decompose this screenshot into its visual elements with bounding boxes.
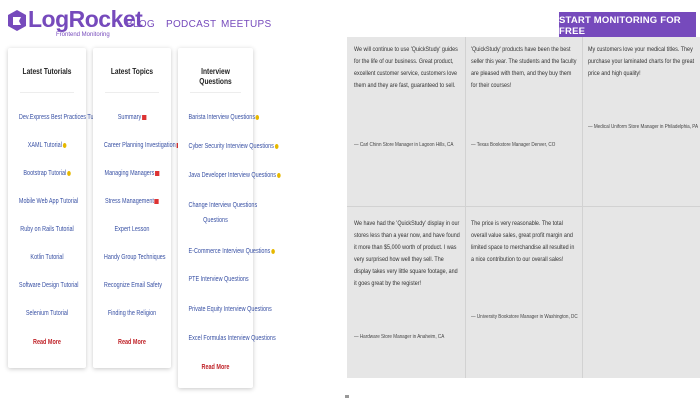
card-title: Latest Topics (110, 66, 154, 76)
link-label: Barista Interview Questions (188, 112, 256, 121)
card-latest-tutorials: Latest Tutorials Dev.Express Best Practi… (8, 48, 110, 368)
read-more-link[interactable]: Read More (19, 337, 75, 346)
card-title: Interview Questions (199, 66, 232, 86)
read-more-link[interactable]: Read More (104, 337, 160, 346)
interview-link[interactable]: Cyber Security Interview Questions (189, 141, 279, 150)
tutorial-link[interactable]: Ruby on Rails Tutorial (19, 224, 75, 233)
card-title: Latest Tutorials (22, 66, 72, 76)
link-label: Finding the Religion (107, 308, 157, 317)
interview-link[interactable]: Change Interview Questions (189, 200, 258, 209)
testimonial-attribution: — Hardware Store Manager in Anaheim, CA (354, 334, 445, 340)
new-badge-icon (154, 198, 159, 204)
topic-link[interactable]: Stress Management (104, 196, 160, 205)
scroll-indicator-icon[interactable] (345, 395, 349, 398)
link-label: E-Commerce Interview Questions (188, 246, 271, 255)
topic-link[interactable]: Expert Lesson (104, 224, 160, 233)
card-interview-questions: Interview Questions Barista Interview Qu… (178, 48, 281, 388)
page-footer-strip (344, 378, 700, 400)
testimonial-attribution: — Medical Uniform Store Manager in Phila… (588, 124, 699, 130)
row-divider (347, 206, 700, 207)
nav-blog[interactable]: BLOG (126, 19, 155, 30)
start-monitoring-button[interactable]: START MONITORING FOR FREE (559, 12, 696, 40)
nav-meetups[interactable]: MEETUPS (221, 19, 271, 30)
link-label: Career Planning Investigation (103, 140, 176, 149)
hot-badge-icon (270, 248, 275, 254)
interview-link[interactable]: PTE Interview Questions (189, 274, 249, 283)
tutorial-link[interactable]: XAML Tutorial (19, 140, 75, 149)
link-label: Handy Group Techniques (103, 252, 166, 261)
nav-podcast[interactable]: PODCAST (166, 19, 216, 30)
hot-badge-icon (66, 170, 71, 176)
topic-link[interactable]: Summary (104, 112, 160, 121)
testimonial-quote: The price is very reasonable. The total … (471, 220, 575, 263)
topic-link[interactable]: Career Planning Investigation (104, 140, 181, 149)
testimonial-quote: My customers love your medical titles. T… (588, 46, 695, 77)
link-label: XAML Tutorial (27, 140, 62, 149)
column-divider (582, 37, 583, 378)
link-label: Expert Lesson (114, 224, 150, 233)
hot-badge-icon (62, 142, 67, 148)
interview-link[interactable]: Questions (189, 215, 243, 224)
link-label: Summary (117, 112, 142, 121)
link-label: Kotlin Tutorial (30, 252, 64, 261)
link-label: PTE Interview Questions (188, 274, 249, 283)
tutorial-link[interactable]: Mobile Web App Tutorial (18, 196, 79, 205)
testimonial-quote: We will continue to use 'QuickStudy' gui… (354, 46, 458, 89)
column-divider (465, 37, 466, 378)
tutorial-link[interactable]: Selenium Tutorial (19, 308, 75, 317)
new-badge-icon (141, 114, 147, 120)
interview-link[interactable]: Java Developer Interview Questions (189, 170, 281, 179)
testimonial-attribution: — Carl Chinn Store Manager in Lagoon Hil… (354, 142, 454, 148)
tutorial-link[interactable]: Software Design Tutorial (19, 280, 79, 289)
link-label: Cyber Security Interview Questions (188, 141, 274, 150)
link-label: Java Developer Interview Questions (188, 170, 277, 179)
read-more-link[interactable]: Read More (189, 362, 243, 371)
link-label: Managing Managers (104, 168, 155, 177)
interview-link[interactable]: Excel Formulas Interview Questions (189, 333, 276, 342)
tutorial-link[interactable]: Dev.Express Best Practices Tutorial (19, 112, 110, 121)
testimonial-quote: We have had the 'QuickStudy' display in … (354, 220, 460, 287)
topic-link[interactable]: Finding the Religion (104, 308, 160, 317)
tutorial-link[interactable]: Bootstrap Tutorial (19, 168, 75, 177)
testimonial-quote: 'QuickStudy' products have been the best… (471, 46, 577, 89)
tutorial-link[interactable]: Kotlin Tutorial (19, 252, 75, 261)
link-label: Software Design Tutorial (18, 280, 79, 289)
hot-badge-icon (255, 114, 260, 120)
testimonial-attribution: — University Bookstore Manager in Washin… (471, 314, 578, 320)
link-label: Stress Management (105, 196, 154, 205)
divider (20, 92, 74, 93)
divider (190, 92, 241, 93)
link-label: Questions (203, 215, 228, 224)
topic-link[interactable]: Managing Managers (104, 168, 160, 177)
divider (105, 92, 159, 93)
hot-badge-icon (276, 172, 281, 178)
logo[interactable]: LogRocket Frontend Monitoring (6, 6, 143, 42)
link-label: Recognize Email Safety (103, 280, 162, 289)
interview-link[interactable]: E-Commerce Interview Questions (189, 246, 275, 255)
link-label: Private Equity Interview Questions (188, 304, 272, 313)
link-label: Excel Formulas Interview Questions (188, 333, 276, 342)
link-label: Ruby on Rails Tutorial (20, 224, 74, 233)
logrocket-logo-icon (8, 10, 26, 31)
brand-tagline: Frontend Monitoring (56, 32, 110, 38)
hot-badge-icon (274, 143, 279, 149)
topic-link[interactable]: Handy Group Techniques (104, 252, 166, 261)
link-label: Change Interview Questions (188, 200, 258, 209)
interview-link[interactable]: Barista Interview Questions (189, 112, 260, 121)
link-label: Bootstrap Tutorial (23, 168, 67, 177)
topic-link[interactable]: Recognize Email Safety (103, 280, 162, 289)
card-latest-topics: Latest Topics Summary Career Planning In… (93, 48, 181, 368)
link-label: Selenium Tutorial (25, 308, 69, 317)
testimonial-attribution: — Texas Bookstore Manager Denver, CO (471, 142, 556, 148)
interview-link[interactable]: Private Equity Interview Questions (189, 304, 272, 313)
new-badge-icon (155, 170, 160, 176)
link-label: Mobile Web App Tutorial (18, 196, 79, 205)
